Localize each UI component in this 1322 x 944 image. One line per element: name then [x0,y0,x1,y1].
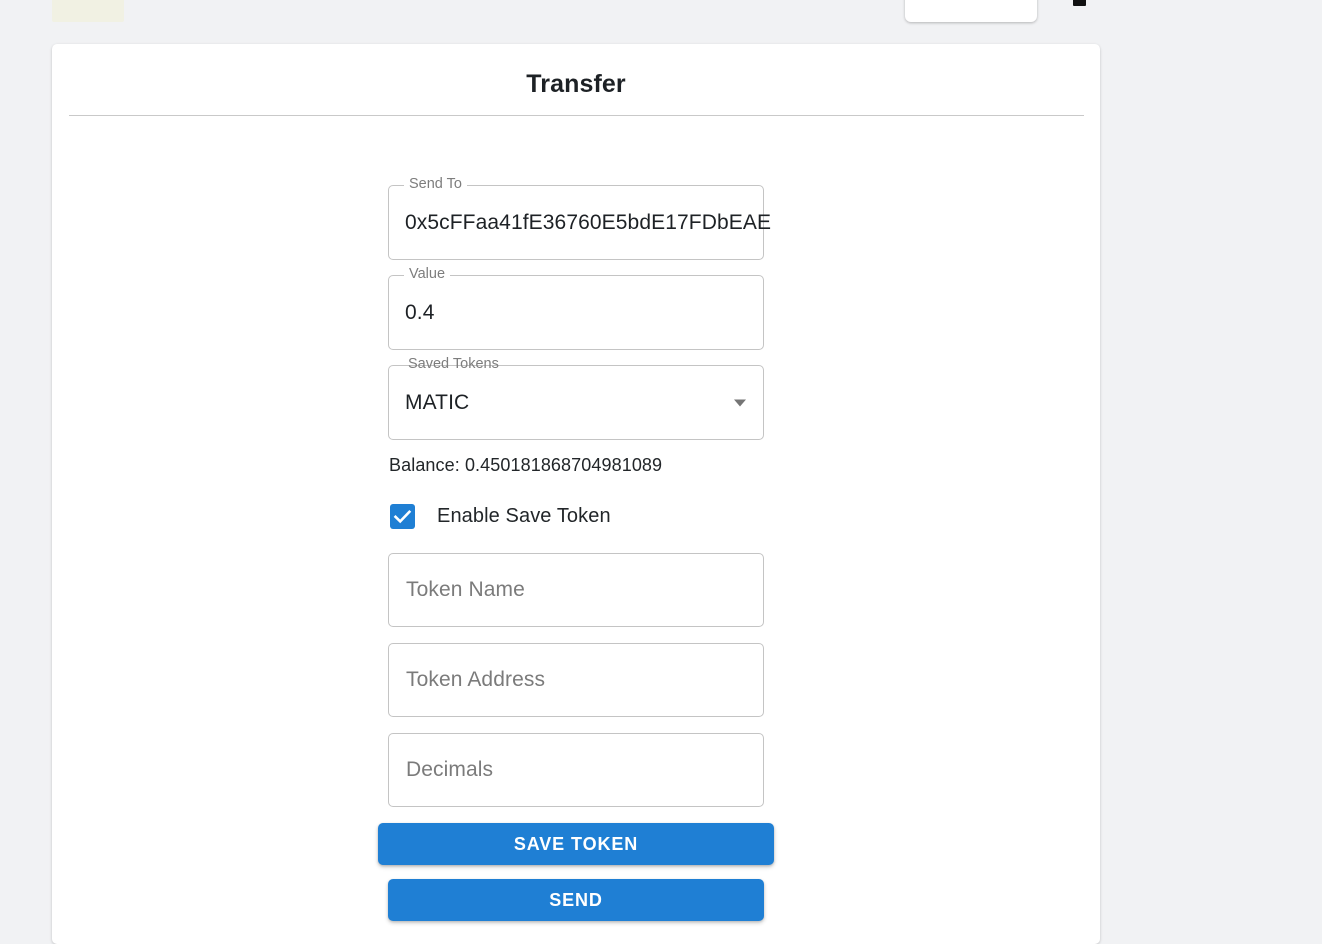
save-token-fields: Token Name Token Address Decimals [388,553,764,807]
cut-off-dark-icon[interactable] [1073,0,1086,6]
enable-save-token-row[interactable]: Enable Save Token [390,504,764,529]
saved-tokens-select[interactable]: Saved Tokens MATIC [388,356,764,440]
token-address-placeholder: Token Address [406,668,546,691]
balance-text: Balance: 0.450181868704981089 [389,455,663,475]
transfer-card: Transfer Send To 0x5cFFaa41fE36760E5bdE1… [52,44,1100,944]
enable-save-token-checkbox[interactable] [390,504,415,529]
value-label: Value [404,266,451,283]
top-right-card-fragment [905,0,1037,22]
enable-save-token-label: Enable Save Token [437,505,611,527]
send-to-field[interactable]: Send To 0x5cFFaa41fE36760E5bdE17FDbEAE [388,176,771,260]
send-to-input[interactable]: 0x5cFFaa41fE36760E5bdE17FDbEAE [405,211,771,235]
chevron-down-icon[interactable] [734,399,746,406]
send-to-label: Send To [404,176,467,193]
saved-tokens-label: Saved Tokens [408,356,499,372]
transfer-form: Send To 0x5cFFaa41fE36760E5bdE17FDbEAE V… [378,176,774,921]
saved-tokens-selected-value: MATIC [405,390,470,414]
page-title: Transfer [526,70,626,98]
value-field[interactable]: Value 0.4 [388,266,764,350]
top-left-badge-fragment [52,0,124,22]
decimals-placeholder: Decimals [406,758,494,781]
save-token-button[interactable]: SAVE TOKEN [378,823,774,865]
token-address-field[interactable]: Token Address [388,643,764,717]
title-divider [68,115,1084,116]
send-button[interactable]: SEND [388,879,764,921]
token-name-field[interactable]: Token Name [388,553,764,627]
value-outline [388,275,764,350]
value-input[interactable]: 0.4 [405,301,435,325]
token-name-placeholder: Token Name [406,578,525,601]
decimals-field[interactable]: Decimals [388,733,764,807]
